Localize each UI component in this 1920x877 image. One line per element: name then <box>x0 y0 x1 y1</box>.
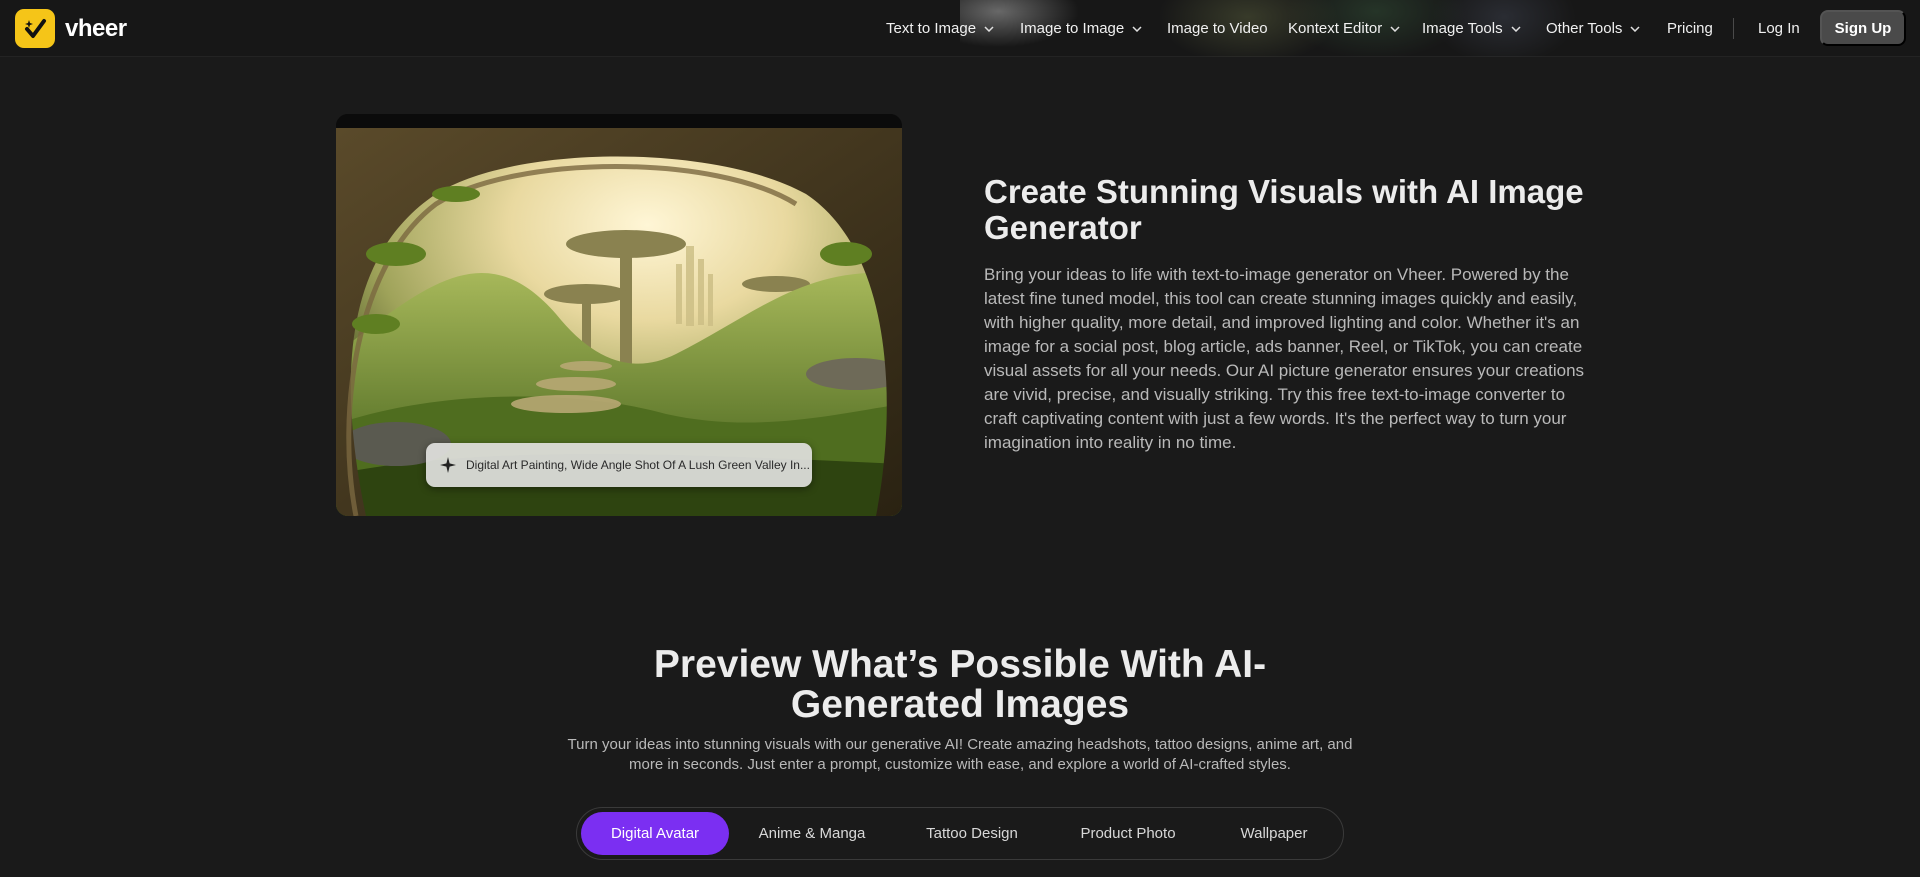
sample-prompt-text: Digital Art Painting, Wide Angle Shot Of… <box>466 458 810 472</box>
nav-image-to-video[interactable]: Image to Video <box>1167 0 1268 57</box>
hero-sample-image: Digital Art Painting, Wide Angle Shot Of… <box>336 114 902 516</box>
nav-other-tools[interactable]: Other Tools <box>1546 0 1640 57</box>
preview-description: Turn your ideas into stunning visuals wi… <box>567 736 1353 773</box>
brand-logo-link[interactable]: vheer <box>15 9 127 48</box>
nav-label: Pricing <box>1667 20 1713 37</box>
chevron-down-icon <box>1390 25 1400 32</box>
sample-prompt-pill: Digital Art Painting, Wide Angle Shot Of… <box>426 443 812 487</box>
tab-digital-avatar[interactable]: Digital Avatar <box>581 812 729 855</box>
nav-divider <box>1733 18 1734 39</box>
login-link[interactable]: Log In <box>1758 0 1800 57</box>
login-label: Log In <box>1758 20 1800 37</box>
nav-label: Text to Image <box>886 20 977 37</box>
sparkle-icon <box>440 457 456 473</box>
chevron-down-icon <box>984 25 994 32</box>
chevron-down-icon <box>1630 25 1640 32</box>
tab-tattoo-design[interactable]: Tattoo Design <box>897 812 1047 855</box>
nav-label: Other Tools <box>1546 20 1623 37</box>
chevron-down-icon <box>1511 25 1521 32</box>
nav-pricing[interactable]: Pricing <box>1667 0 1713 57</box>
nav-text-to-image[interactable]: Text to Image <box>886 0 994 57</box>
nav-label: Image to Video <box>1167 20 1268 37</box>
hero-description: Bring your ideas to life with text-to-im… <box>984 265 1585 452</box>
chevron-down-icon <box>1132 25 1142 32</box>
vheer-logo-icon <box>15 9 55 48</box>
signup-button[interactable]: Sign Up <box>1820 10 1906 46</box>
nav-image-tools[interactable]: Image Tools <box>1422 0 1521 57</box>
preview-title: Preview What’s Possible With AI-Generate… <box>653 643 1267 726</box>
category-tabs: Digital Avatar Anime & Manga Tattoo Desi… <box>576 807 1344 860</box>
nav-label: Image Tools <box>1422 20 1503 37</box>
hero-title: Create Stunning Visuals with AI Image Ge… <box>984 173 1584 246</box>
nav-kontext-editor[interactable]: Kontext Editor <box>1288 0 1400 57</box>
tab-product-photo[interactable]: Product Photo <box>1053 812 1203 855</box>
brand-name: vheer <box>65 14 127 42</box>
nav-label: Kontext Editor <box>1288 20 1383 37</box>
tab-anime-manga[interactable]: Anime & Manga <box>737 812 887 855</box>
nav-label: Image to Image <box>1020 20 1125 37</box>
nav-image-to-image[interactable]: Image to Image <box>1020 0 1142 57</box>
site-header: vheer Text to Image Image to Image Image… <box>0 0 1920 57</box>
tab-wallpaper[interactable]: Wallpaper <box>1209 812 1339 855</box>
